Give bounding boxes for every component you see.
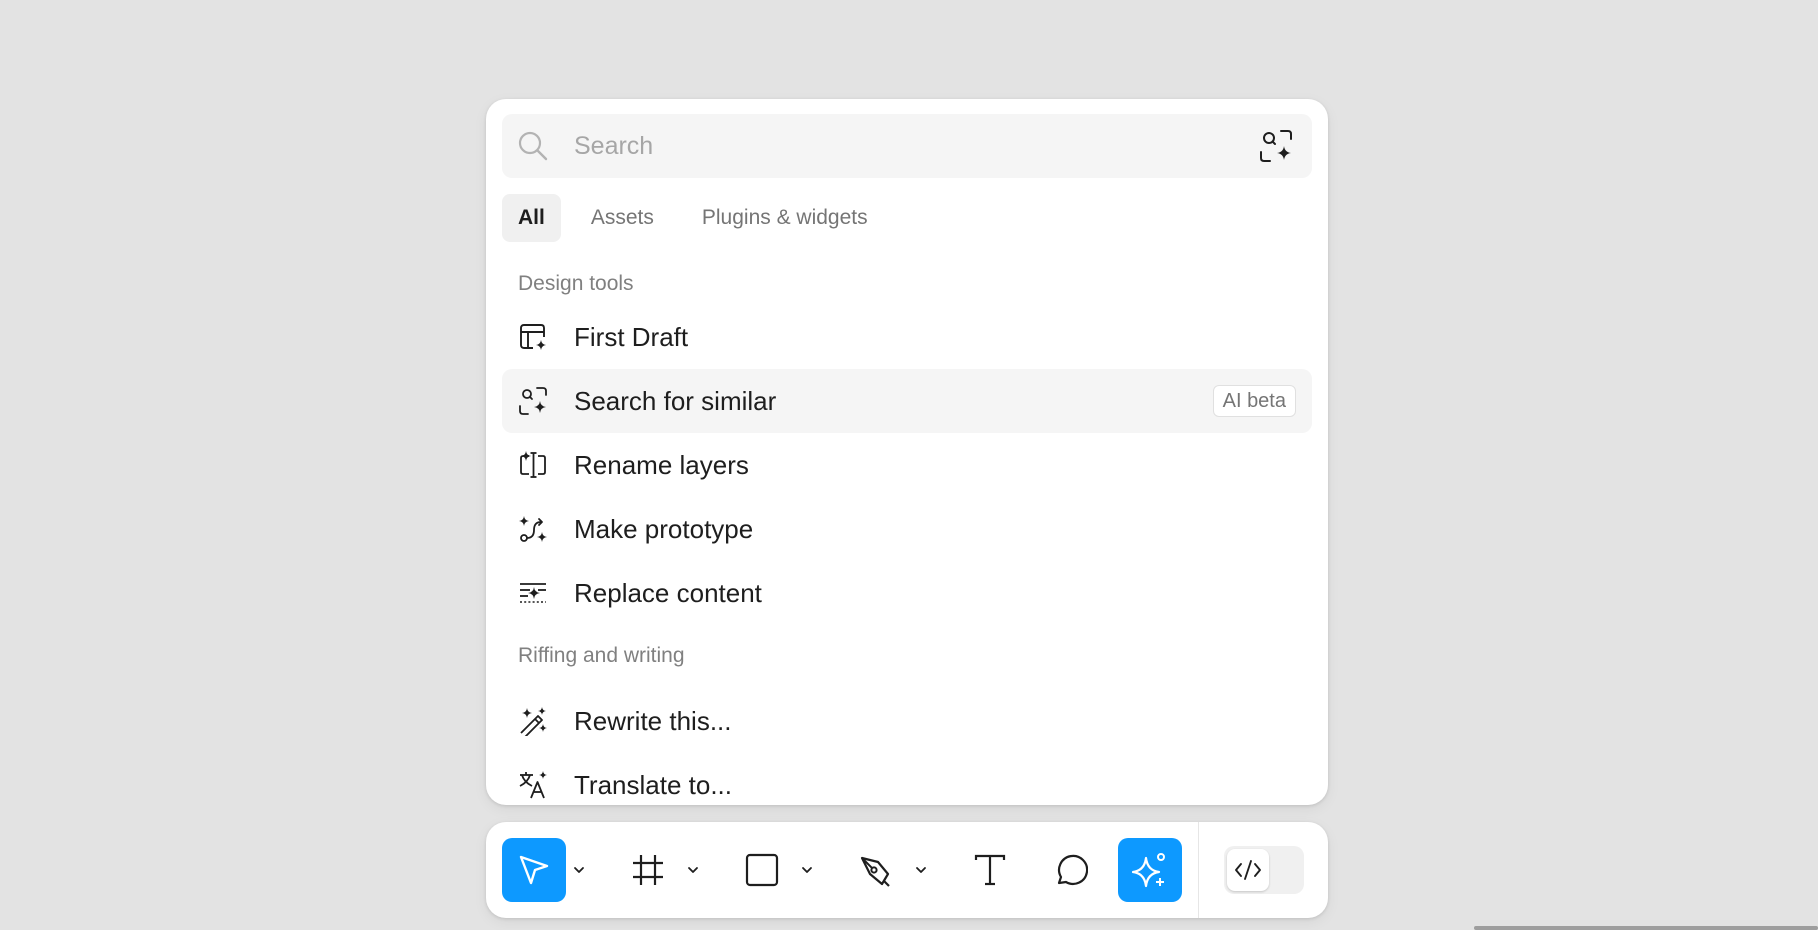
section-header-riffing-writing: Riffing and writing xyxy=(518,644,685,667)
chevron-down-icon xyxy=(688,867,698,873)
menu-item-label: Replace content xyxy=(574,578,762,608)
replace-content-icon xyxy=(520,583,546,603)
menu-item-label: Translate to... xyxy=(574,770,732,800)
rewrite-wand-icon xyxy=(520,707,547,736)
frame-tool-menu-button[interactable] xyxy=(684,860,702,880)
frame-icon xyxy=(633,855,663,885)
visual-search-button[interactable] xyxy=(1258,128,1294,164)
first-draft-icon xyxy=(520,324,546,350)
dev-mode-toggle[interactable] xyxy=(1224,846,1304,894)
comment-tool-button[interactable] xyxy=(1038,838,1102,902)
chevron-down-icon xyxy=(574,867,584,873)
menu-item-make-prototype[interactable]: Make prototype xyxy=(502,497,1312,561)
move-tool-button[interactable] xyxy=(502,838,566,902)
rectangle-icon xyxy=(745,853,779,887)
menu-item-search-for-similar[interactable]: Search for similar AI beta xyxy=(502,369,1312,433)
filter-tabs: All Assets Plugins & widgets xyxy=(502,194,901,242)
tab-all[interactable]: All xyxy=(502,194,561,242)
chevron-down-icon xyxy=(916,867,926,873)
ai-beta-badge: AI beta xyxy=(1212,385,1296,417)
shape-tool-button[interactable] xyxy=(730,838,794,902)
shape-tool-menu-button[interactable] xyxy=(798,860,816,880)
make-prototype-icon xyxy=(519,516,547,542)
cursor-icon xyxy=(519,855,549,885)
menu-item-rewrite[interactable]: Rewrite this... xyxy=(502,689,1312,753)
pen-tool-menu-button[interactable] xyxy=(912,860,930,880)
visual-search-icon xyxy=(1260,130,1292,162)
text-tool-button[interactable] xyxy=(958,838,1022,902)
toolbar-divider xyxy=(1198,822,1199,918)
frame-tool-button[interactable] xyxy=(616,838,680,902)
horizontal-scrollbar[interactable] xyxy=(1474,926,1818,930)
search-input[interactable] xyxy=(574,114,1214,178)
dev-mode-toggle-knob xyxy=(1227,849,1269,891)
menu-item-first-draft[interactable]: First Draft xyxy=(502,305,1312,369)
pen-icon xyxy=(860,856,890,887)
menu-item-replace-content[interactable]: Replace content xyxy=(502,561,1312,625)
ai-sparkle-icon xyxy=(1132,853,1165,888)
menu-item-label: Rewrite this... xyxy=(574,706,732,736)
pen-tool-button[interactable] xyxy=(844,838,908,902)
comment-icon xyxy=(1057,854,1088,885)
menu-item-label: Make prototype xyxy=(574,514,754,544)
menu-item-rename-layers[interactable]: Rename layers xyxy=(502,433,1312,497)
text-icon xyxy=(974,854,1006,886)
search-similar-icon xyxy=(519,387,547,415)
rename-layers-icon xyxy=(520,451,546,478)
search-icon xyxy=(518,131,548,161)
actions-ai-button[interactable] xyxy=(1118,838,1182,902)
tab-plugins-widgets[interactable]: Plugins & widgets xyxy=(687,194,883,242)
menu-item-label: Search for similar xyxy=(574,386,777,416)
tab-assets[interactable]: Assets xyxy=(576,194,669,242)
menu-item-label: First Draft xyxy=(574,322,689,352)
menu-item-label: Rename layers xyxy=(574,450,749,480)
section-header-design-tools: Design tools xyxy=(518,272,634,295)
bottom-toolbar xyxy=(486,822,1328,918)
move-tool-menu-button[interactable] xyxy=(570,860,588,880)
chevron-down-icon xyxy=(802,867,812,873)
actions-panel: All Assets Plugins & widgets Design tool… xyxy=(486,99,1328,805)
code-icon xyxy=(1235,860,1261,880)
translate-icon xyxy=(519,771,547,799)
search-bar xyxy=(502,114,1312,178)
menu-item-translate[interactable]: Translate to... xyxy=(502,753,1312,805)
